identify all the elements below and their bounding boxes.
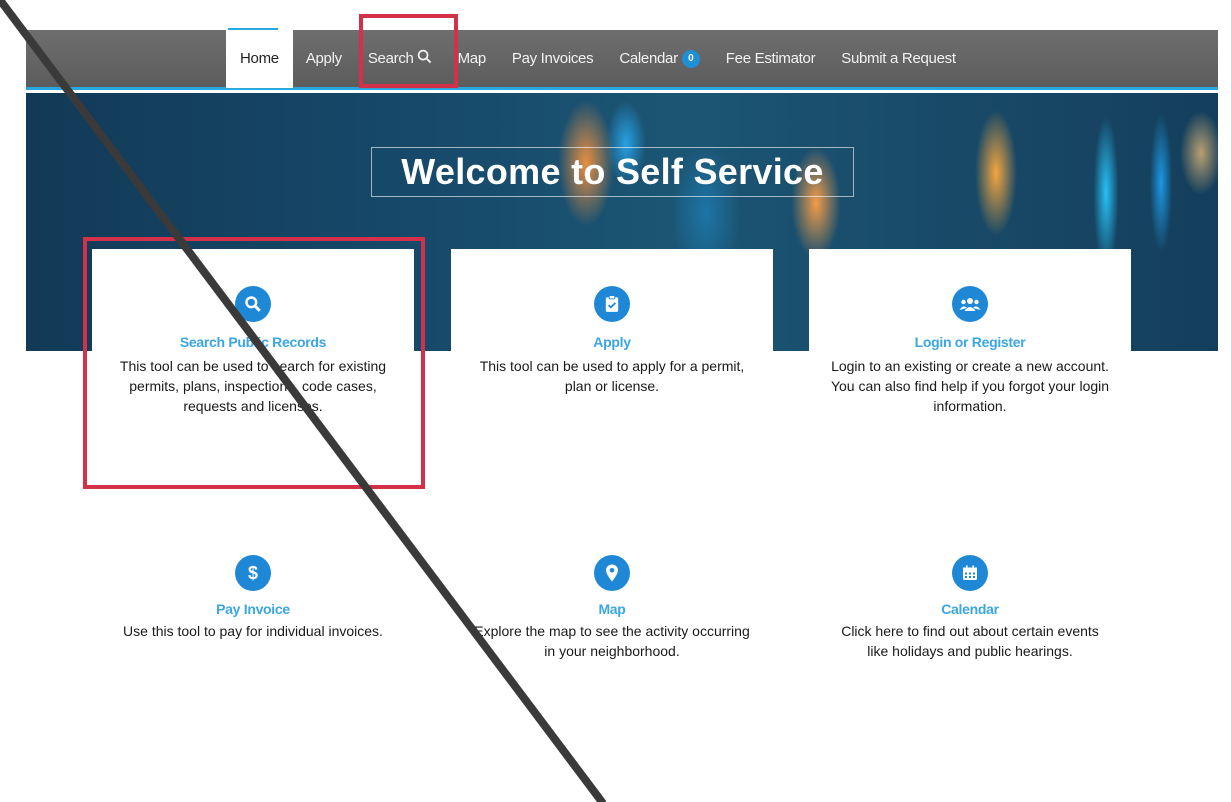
tile-description: Click here to find out about certain eve… — [841, 623, 1099, 659]
nav-pay-invoices-label: Pay Invoices — [511, 50, 594, 67]
nav-pay-invoices[interactable]: Pay Invoices — [499, 30, 606, 87]
tile-title[interactable]: Pay Invoice — [92, 601, 414, 617]
nav-submit-request-label: Submit a Request — [841, 50, 956, 67]
nav-map-label: Map — [457, 50, 487, 67]
nav-fee-estimator[interactable]: Fee Estimator — [713, 30, 828, 87]
top-navigation: Home Apply Search Map Pay Invoices Calen… — [26, 29, 1218, 90]
tile-title[interactable]: Map — [451, 601, 773, 617]
tile-map[interactable]: Map Explore the map to see the activity … — [451, 555, 773, 661]
nav-home-label: Home — [240, 50, 279, 67]
calendar-count-badge: 0 — [681, 49, 700, 68]
page-title: Welcome to Self Service — [371, 147, 854, 197]
nav-calendar-label: Calendar — [619, 50, 678, 67]
nav-submit-request[interactable]: Submit a Request — [828, 30, 968, 87]
tile-pay-invoice[interactable]: $ Pay Invoice Use this tool to pay for i… — [92, 555, 414, 641]
nav-items: Home Apply Search Map Pay Invoices Calen… — [226, 29, 969, 88]
tile-description: Use this tool to pay for individual invo… — [123, 623, 383, 639]
calendar-icon — [952, 555, 988, 591]
nav-calendar[interactable]: Calendar 0 — [606, 30, 712, 87]
tile-calendar[interactable]: Calendar Click here to find out about ce… — [809, 555, 1131, 661]
clipboard-icon — [594, 286, 630, 322]
nav-home[interactable]: Home — [226, 29, 293, 88]
card-title[interactable]: Login or Register — [809, 334, 1131, 350]
users-icon — [952, 286, 988, 322]
nav-apply[interactable]: Apply — [293, 30, 355, 87]
card-description: This tool can be used to apply for a per… — [479, 358, 745, 394]
map-pin-icon — [594, 555, 630, 591]
card-apply[interactable]: Apply This tool can be used to apply for… — [451, 249, 773, 474]
card-title[interactable]: Apply — [451, 334, 773, 350]
tile-title[interactable]: Calendar — [809, 601, 1131, 617]
nav-fee-estimator-label: Fee Estimator — [725, 50, 816, 67]
tile-description: Explore the map to see the activity occu… — [474, 623, 750, 659]
search-records-highlight-box — [83, 237, 425, 489]
dollar-icon: $ — [235, 555, 271, 591]
search-highlight-box — [359, 14, 458, 88]
card-login-register[interactable]: Login or Register Login to an existing o… — [809, 249, 1131, 474]
card-description: Login to an existing or create a new acc… — [830, 358, 1110, 414]
nav-apply-label: Apply — [305, 50, 342, 67]
